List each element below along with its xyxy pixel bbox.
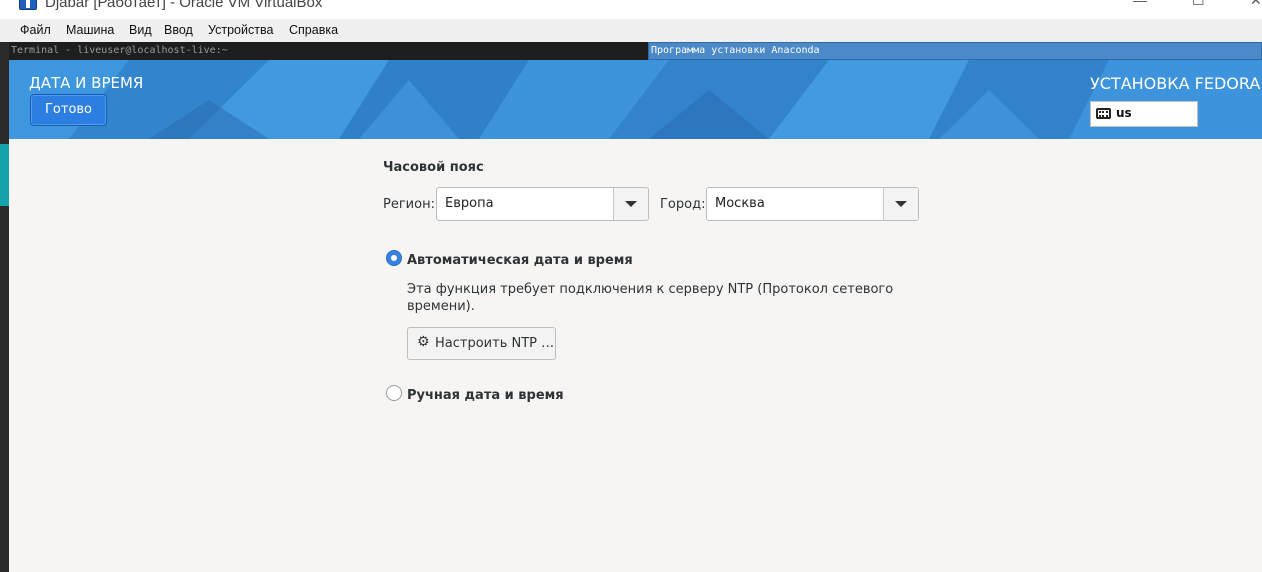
- timezone-section-label: Часовой пояс: [383, 160, 484, 175]
- region-combobox[interactable]: Европа: [436, 187, 649, 221]
- region-dropdown-button[interactable]: [613, 188, 648, 220]
- menu-machine[interactable]: Машина: [66, 23, 114, 37]
- auto-time-radio[interactable]: [386, 250, 402, 266]
- menu-help[interactable]: Справка: [289, 23, 338, 37]
- taskbar-anaconda[interactable]: Программа установки Anaconda: [648, 42, 1262, 60]
- taskbar-terminal[interactable]: Terminal - liveuser@localhost-live:~: [11, 45, 228, 56]
- done-button[interactable]: Готово: [30, 94, 107, 126]
- maximize-button[interactable]: ☐: [1192, 0, 1205, 9]
- header-background: [9, 60, 1262, 139]
- city-dropdown-button[interactable]: [883, 188, 918, 220]
- configure-ntp-label: Настроить NTP …: [435, 336, 555, 351]
- vm-screen[interactable]: Terminal - liveuser@localhost-live:~ Про…: [9, 42, 1262, 572]
- taskbar-anaconda-label: Программа установки Anaconda: [651, 45, 820, 56]
- window-titlebar: Djabar [Работает] - Oracle VM VirtualBox…: [0, 0, 1262, 19]
- city-label: Город:: [660, 197, 706, 212]
- host-desktop-accent: [0, 144, 9, 206]
- menu-file[interactable]: Файл: [20, 23, 51, 37]
- manual-time-label[interactable]: Ручная дата и время: [407, 388, 564, 403]
- product-title: УСТАНОВКА FEDORA 4: [1090, 74, 1262, 93]
- virtualbox-icon: [19, 0, 37, 10]
- region-label: Регион:: [383, 197, 435, 212]
- menu-input[interactable]: Ввод: [164, 23, 193, 37]
- keyboard-layout-indicator[interactable]: us: [1090, 101, 1198, 127]
- configure-ntp-button[interactable]: ⚙ Настроить NTP …: [407, 327, 556, 360]
- guest-taskbar: Terminal - liveuser@localhost-live:~ Про…: [9, 42, 1262, 60]
- anaconda-header: ДАТА И ВРЕМЯ Готово УСТАНОВКА FEDORA 4 u…: [9, 60, 1262, 139]
- minimize-button[interactable]: —: [1133, 0, 1147, 8]
- close-button[interactable]: ✕: [1250, 0, 1262, 9]
- city-combobox[interactable]: Москва: [706, 187, 919, 221]
- menu-bar: Файл Машина Вид Ввод Устройства Справка: [0, 19, 1262, 42]
- ntp-description-line2: времени).: [407, 299, 475, 314]
- auto-time-label[interactable]: Автоматическая дата и время: [407, 253, 633, 268]
- ntp-description-line1: Эта функция требует подключения к сервер…: [407, 282, 894, 297]
- chevron-down-icon: [895, 201, 907, 207]
- menu-view[interactable]: Вид: [129, 23, 152, 37]
- host-desktop-strip: [0, 42, 9, 572]
- menu-devices[interactable]: Устройства: [208, 23, 273, 37]
- datetime-content: Часовой пояс Регион: Европа Город: Москв…: [9, 139, 1262, 572]
- region-value: Европа: [445, 196, 494, 211]
- page-title: ДАТА И ВРЕМЯ: [29, 74, 144, 92]
- manual-time-radio[interactable]: [386, 385, 402, 401]
- gear-icon: ⚙: [417, 334, 430, 350]
- keyboard-icon: [1096, 108, 1111, 119]
- window-title: Djabar [Работает] - Oracle VM VirtualBox: [45, 0, 323, 11]
- chevron-down-icon: [625, 201, 637, 207]
- keyboard-layout-label: us: [1116, 106, 1132, 120]
- city-value: Москва: [715, 196, 765, 211]
